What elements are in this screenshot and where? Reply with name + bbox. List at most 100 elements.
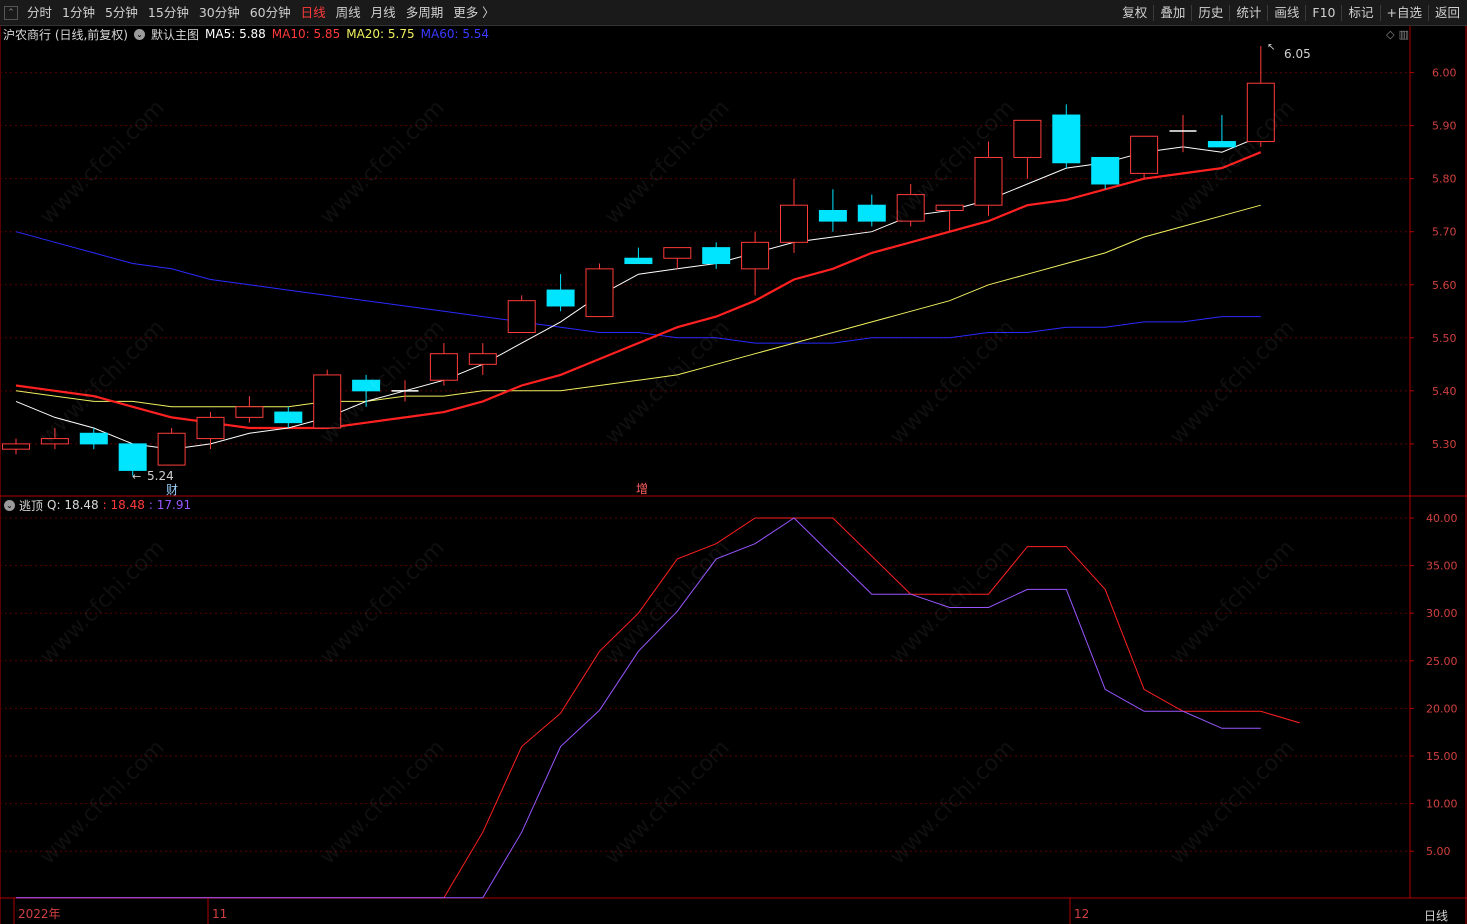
indicator-name[interactable]: 逃顶: [19, 497, 43, 514]
period-toolbar: ⌃ 分时 1分钟 5分钟 15分钟 30分钟 60分钟 日线 周线 月线 多周期…: [0, 0, 1467, 26]
collapse-icon[interactable]: ⌃: [4, 6, 18, 20]
tab-period-10[interactable]: 更多 〉: [448, 0, 499, 26]
ma20-value: MA20: 5.75: [346, 27, 415, 41]
ma20-line: [15, 204, 1261, 408]
tool-buttons: 复权 叠加 历史 统计 画线 F10 标记 +自选 返回: [1117, 0, 1465, 26]
date-tick-label: 11: [212, 907, 227, 921]
candle-up: [157, 432, 186, 466]
candle-up: [1013, 119, 1042, 158]
tab-period-9[interactable]: 多周期: [401, 0, 449, 26]
ma60-value: MA60: 5.54: [420, 27, 490, 41]
tab-period-6[interactable]: 日线: [296, 0, 331, 26]
indicator-header: ⌄ 逃顶 Q: 18.48 : 18.48 : 17.91: [0, 497, 195, 513]
template-label[interactable]: 默认主图: [151, 26, 199, 43]
indicator-axis: 5.00 10.00 15.00 20.00 25.00 30.00 35.00 40.00: [1410, 512, 1458, 858]
candle-down: [274, 411, 303, 424]
overlay-button[interactable]: 叠加: [1155, 0, 1190, 26]
price-tick-label: 5.40: [1432, 385, 1457, 398]
date-tick-label: 12: [1074, 907, 1089, 921]
separator: [1153, 5, 1155, 21]
tab-period-8[interactable]: 月线: [366, 0, 401, 26]
ma5-value: MA5: 5.88: [205, 27, 266, 41]
indicator-value-2: : 17.91: [148, 498, 192, 512]
indicator-q-value: Q: 18.48: [47, 498, 99, 512]
candle-up: [1246, 82, 1275, 143]
ma10-line: [15, 151, 1262, 430]
indicator-tick-label: 35.00: [1426, 560, 1458, 573]
separator: [1305, 5, 1307, 21]
indicator-tick-label: 15.00: [1426, 750, 1458, 763]
indicator-tick-label: 20.00: [1426, 702, 1458, 715]
price-tick-label: 5.60: [1432, 279, 1457, 292]
price-tick-label: 5.90: [1432, 120, 1457, 133]
candle-up: [235, 406, 264, 418]
candle-down: [818, 210, 847, 222]
event-marker-zeng: 增: [636, 482, 648, 496]
chevron-down-icon[interactable]: ⌄: [134, 28, 145, 40]
chart-canvas[interactable]: 5.30 5.40 5.50 5.60 5.70 5.80 5.90 6.00 5.00 10.…: [0, 26, 1467, 924]
candle-up: [2, 443, 30, 450]
panel-toggle-icon[interactable]: ▥: [1399, 28, 1409, 41]
candle-up: [429, 353, 458, 381]
diamond-icon[interactable]: ◇: [1386, 28, 1394, 41]
history-button[interactable]: 历史: [1193, 0, 1228, 26]
separator: [1427, 5, 1429, 21]
tab-period-4[interactable]: 30分钟: [194, 0, 245, 26]
candle-up: [663, 247, 692, 259]
candle-down: [1052, 114, 1081, 164]
tab-period-0[interactable]: 分时: [22, 0, 57, 26]
candle-down: [1091, 156, 1120, 185]
candle-up: [974, 156, 1003, 206]
separator: [1379, 5, 1381, 21]
mark-button[interactable]: 标记: [1343, 0, 1378, 26]
draw-button[interactable]: 画线: [1269, 0, 1304, 26]
candle-up: [507, 300, 536, 333]
indicator-tick-label: 30.00: [1426, 607, 1458, 620]
fuquan-button[interactable]: 复权: [1117, 0, 1152, 26]
separator: [1191, 5, 1193, 21]
ma-lines: [15, 135, 1262, 450]
ma5-line: [15, 135, 1261, 450]
candle-down: [352, 379, 381, 392]
candle-up: [313, 374, 342, 429]
indicator-signal-line: [16, 517, 1261, 899]
annotations: 6.05 ↖ ← 5.24 财 增 日线: [132, 42, 1448, 923]
candle-down: [1207, 141, 1236, 148]
indicator-value-1: : 18.48: [102, 498, 145, 512]
separator: [1229, 5, 1231, 21]
indicator-q-line: [16, 517, 1300, 899]
tab-period-7[interactable]: 周线: [331, 0, 366, 26]
add-watchlist-button[interactable]: +自选: [1382, 0, 1427, 26]
price-axis: 5.30 5.40 5.50 5.60 5.70 5.80 5.90 6.00: [1410, 67, 1457, 451]
chevron-down-icon[interactable]: ⌄: [4, 499, 15, 511]
period-label: 日线: [1424, 909, 1448, 923]
candle-up: [468, 353, 497, 365]
candle-up: [780, 204, 808, 243]
candle-up: [741, 241, 770, 270]
low-price-arrow: ←: [132, 470, 141, 483]
stock-title: 沪农商行 (日线,前复权): [3, 27, 128, 42]
price-tick-label: 5.30: [1432, 438, 1457, 451]
indicator-tick-label: 5.00: [1426, 845, 1451, 858]
tab-period-2[interactable]: 5分钟: [100, 0, 143, 26]
back-button[interactable]: 返回: [1430, 0, 1465, 26]
sub-grid: [0, 517, 1410, 852]
candle-down: [546, 289, 575, 307]
separator: [1267, 5, 1269, 21]
tab-period-5[interactable]: 60分钟: [245, 0, 296, 26]
indicator-tick-label: 40.00: [1426, 512, 1458, 525]
main-chart-header: 沪农商行 (日线,前复权) ⌄ 默认主图 MA5: 5.88 MA10: 5.8…: [0, 26, 495, 42]
candles: [2, 46, 1275, 476]
tab-period-3[interactable]: 15分钟: [143, 0, 194, 26]
candle-down: [624, 257, 653, 265]
candle-up: [1130, 135, 1159, 174]
indicator-lines: [16, 517, 1300, 899]
candle-up: [935, 204, 964, 212]
indicator-tick-label: 10.00: [1426, 798, 1458, 811]
date-tick-label: 2022年: [18, 907, 61, 921]
period-tabs: ⌃ 分时 1分钟 5分钟 15分钟 30分钟 60分钟 日线 周线 月线 多周期…: [4, 0, 500, 26]
stats-button[interactable]: 统计: [1231, 0, 1266, 26]
event-marker-cai: 财: [166, 483, 178, 497]
tab-period-1[interactable]: 1分钟: [57, 0, 100, 26]
f10-button[interactable]: F10: [1307, 0, 1340, 26]
